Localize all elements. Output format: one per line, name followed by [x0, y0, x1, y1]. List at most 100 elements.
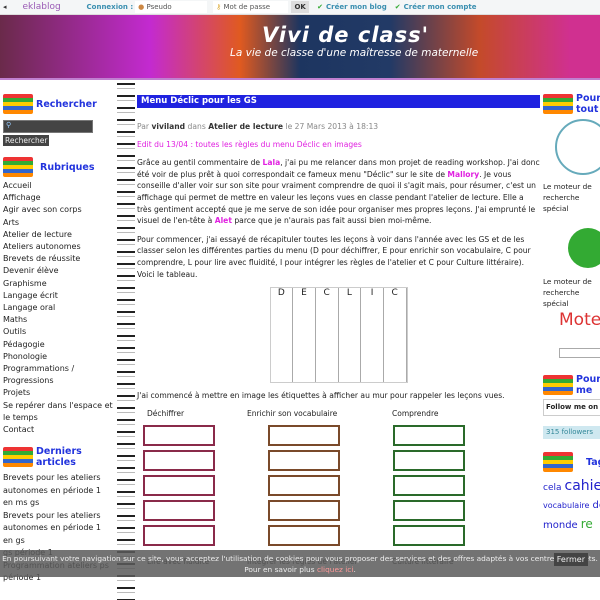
- create-account-link[interactable]: Créer mon compte: [404, 3, 477, 11]
- create-blog-link[interactable]: Créer mon blog: [326, 3, 387, 11]
- tag-link[interactable]: re: [581, 517, 593, 531]
- tag-link[interactable]: cahier: [565, 478, 600, 494]
- label-card-image[interactable]: [143, 450, 215, 472]
- rubrique-link[interactable]: Agir avec son corps: [3, 204, 113, 216]
- label-card-image[interactable]: [143, 500, 215, 522]
- meta-by: Par: [137, 122, 150, 131]
- rubrique-link[interactable]: Maths: [3, 314, 113, 326]
- rubrique-link[interactable]: Projets: [3, 387, 113, 399]
- rubrique-link[interactable]: Affichage: [3, 192, 113, 204]
- tag-link[interactable]: découvrir: [592, 500, 600, 511]
- search-icon: ⚲: [6, 121, 12, 129]
- label-card-image[interactable]: [393, 525, 465, 547]
- tag-cloud: celacahier vocabulairedécouvrir mondere: [543, 477, 600, 535]
- cookie-link[interactable]: cliquez ici: [317, 565, 354, 574]
- rubrique-link[interactable]: Atelier de lecture: [3, 229, 113, 241]
- right-sidebar: Pour tout Le moteur de recherche spécial…: [543, 93, 600, 535]
- rubrique-link[interactable]: Programmations / Progressions: [3, 363, 113, 387]
- category-label: Enrichir son vocabulaire: [247, 408, 338, 418]
- moteur-input[interactable]: [559, 348, 600, 358]
- rubrique-link[interactable]: Langage écrit: [3, 290, 113, 302]
- close-cookie-button[interactable]: Fermer: [553, 553, 588, 566]
- key-icon: ⚷: [216, 3, 222, 11]
- followers-badge[interactable]: 315 followers: [543, 426, 600, 439]
- search-button[interactable]: Rechercher: [3, 135, 50, 146]
- label-card-image[interactable]: [393, 475, 465, 497]
- p1-text: Grâce au gentil commentaire de: [137, 158, 263, 168]
- alet-link[interactable]: Alet: [215, 216, 232, 225]
- crayons-icon: [543, 452, 573, 472]
- rubrique-link[interactable]: Accueil: [3, 180, 113, 192]
- lala-link[interactable]: Lala: [263, 158, 281, 167]
- article-link[interactable]: Brevets pour les ateliers autonomes en p…: [3, 472, 113, 510]
- post-meta: Par viviland dans Atelier de lecture le …: [137, 121, 540, 133]
- label-card-image[interactable]: [143, 475, 215, 497]
- rubrique-link[interactable]: Outils: [3, 326, 113, 338]
- post-author[interactable]: viviland: [151, 122, 185, 131]
- blog-banner: Vivi de class' La vie de classe d'une ma…: [0, 15, 600, 80]
- label-card-image[interactable]: [268, 450, 340, 472]
- column-letter: E: [301, 288, 307, 299]
- spiral-binding: [117, 80, 135, 600]
- crayons-icon: [543, 375, 573, 395]
- green-logo[interactable]: [568, 228, 600, 268]
- table-column: I: [361, 288, 384, 383]
- rubrique-link[interactable]: Brevets de réussite: [3, 253, 113, 265]
- cpe-logo[interactable]: [555, 119, 600, 175]
- label-card-image[interactable]: [143, 425, 215, 447]
- rubrique-link[interactable]: Contact: [3, 424, 113, 436]
- paragraph-2: Pour commencer, j'ai essayé de récapitul…: [137, 234, 531, 279]
- column-letter: D: [277, 288, 285, 299]
- label-card-image[interactable]: [268, 475, 340, 497]
- declic-table-image[interactable]: DECLIC: [269, 287, 408, 384]
- cookie-text: En poursuivant votre navigation sur ce s…: [2, 554, 598, 574]
- rubrique-link[interactable]: Phonologie: [3, 351, 113, 363]
- back-arrow-icon[interactable]: ◂: [3, 3, 7, 11]
- label-card-image[interactable]: [268, 525, 340, 547]
- crayons-icon: [3, 157, 33, 177]
- post-category[interactable]: Atelier de lecture: [208, 122, 283, 131]
- blog-title[interactable]: Vivi de class': [262, 23, 429, 47]
- rubrique-link[interactable]: Ateliers autonomes: [3, 241, 113, 253]
- column-letter: C: [323, 288, 330, 299]
- rubrique-link[interactable]: Arts: [3, 217, 113, 229]
- table-column: C: [316, 288, 339, 383]
- rubrique-link[interactable]: Langage oral: [3, 302, 113, 314]
- paragraph-1: Grâce au gentil commentaire de Lala, j'a…: [137, 157, 540, 227]
- label-card-image[interactable]: [393, 450, 465, 472]
- rubrique-link[interactable]: Graphisme: [3, 278, 113, 290]
- rubrique-link[interactable]: Devenir élève: [3, 265, 113, 277]
- article-link[interactable]: Brevets pour les ateliers autonomes en p…: [3, 510, 113, 548]
- label-card-image[interactable]: [268, 500, 340, 522]
- search-input[interactable]: ⚲: [3, 120, 93, 133]
- label-card-image[interactable]: [393, 425, 465, 447]
- cards-images: [137, 425, 540, 550]
- label-card-image[interactable]: [393, 500, 465, 522]
- rubrique-link[interactable]: Pédagogie: [3, 339, 113, 351]
- label-card-image[interactable]: [143, 525, 215, 547]
- mallory-link[interactable]: Mallory: [447, 170, 479, 179]
- category-label: Comprendre: [392, 408, 439, 418]
- password-placeholder: Mot de passe: [223, 3, 271, 11]
- password-input[interactable]: ⚷ Mot de passe: [213, 1, 289, 13]
- eklablog-logo[interactable]: eklablog: [23, 2, 67, 12]
- table-column: C: [384, 288, 407, 383]
- tag-link[interactable]: monde: [543, 520, 578, 531]
- post-title[interactable]: Menu Déclic pour les GS: [137, 95, 540, 108]
- user-icon: ●: [138, 3, 145, 11]
- edit-note[interactable]: Edit du 13/04 : toutes les règles du men…: [137, 139, 540, 151]
- crayons-icon: [543, 94, 573, 114]
- pseudo-input[interactable]: ● Pseudo: [135, 1, 208, 13]
- rubrique-link[interactable]: Se repérer dans l'espace et le temps: [3, 400, 113, 424]
- follow-button[interactable]: Follow me on: [543, 399, 600, 416]
- moteur-logo[interactable]: Mote: [559, 312, 600, 329]
- rubriques-list: Accueil Affichage Agir avec son corps Arts A…: [3, 180, 113, 436]
- ok-button[interactable]: OK: [291, 1, 310, 13]
- blog-subtitle: La vie de classe d'une maîtresse de mate…: [230, 47, 479, 59]
- category-label: Déchiffrer: [147, 408, 185, 418]
- tag-link[interactable]: vocabulaire: [543, 501, 589, 510]
- tag-link[interactable]: cela: [543, 483, 562, 493]
- label-card-image[interactable]: [268, 425, 340, 447]
- meta-in: dans: [187, 122, 206, 131]
- card-column: [262, 425, 387, 550]
